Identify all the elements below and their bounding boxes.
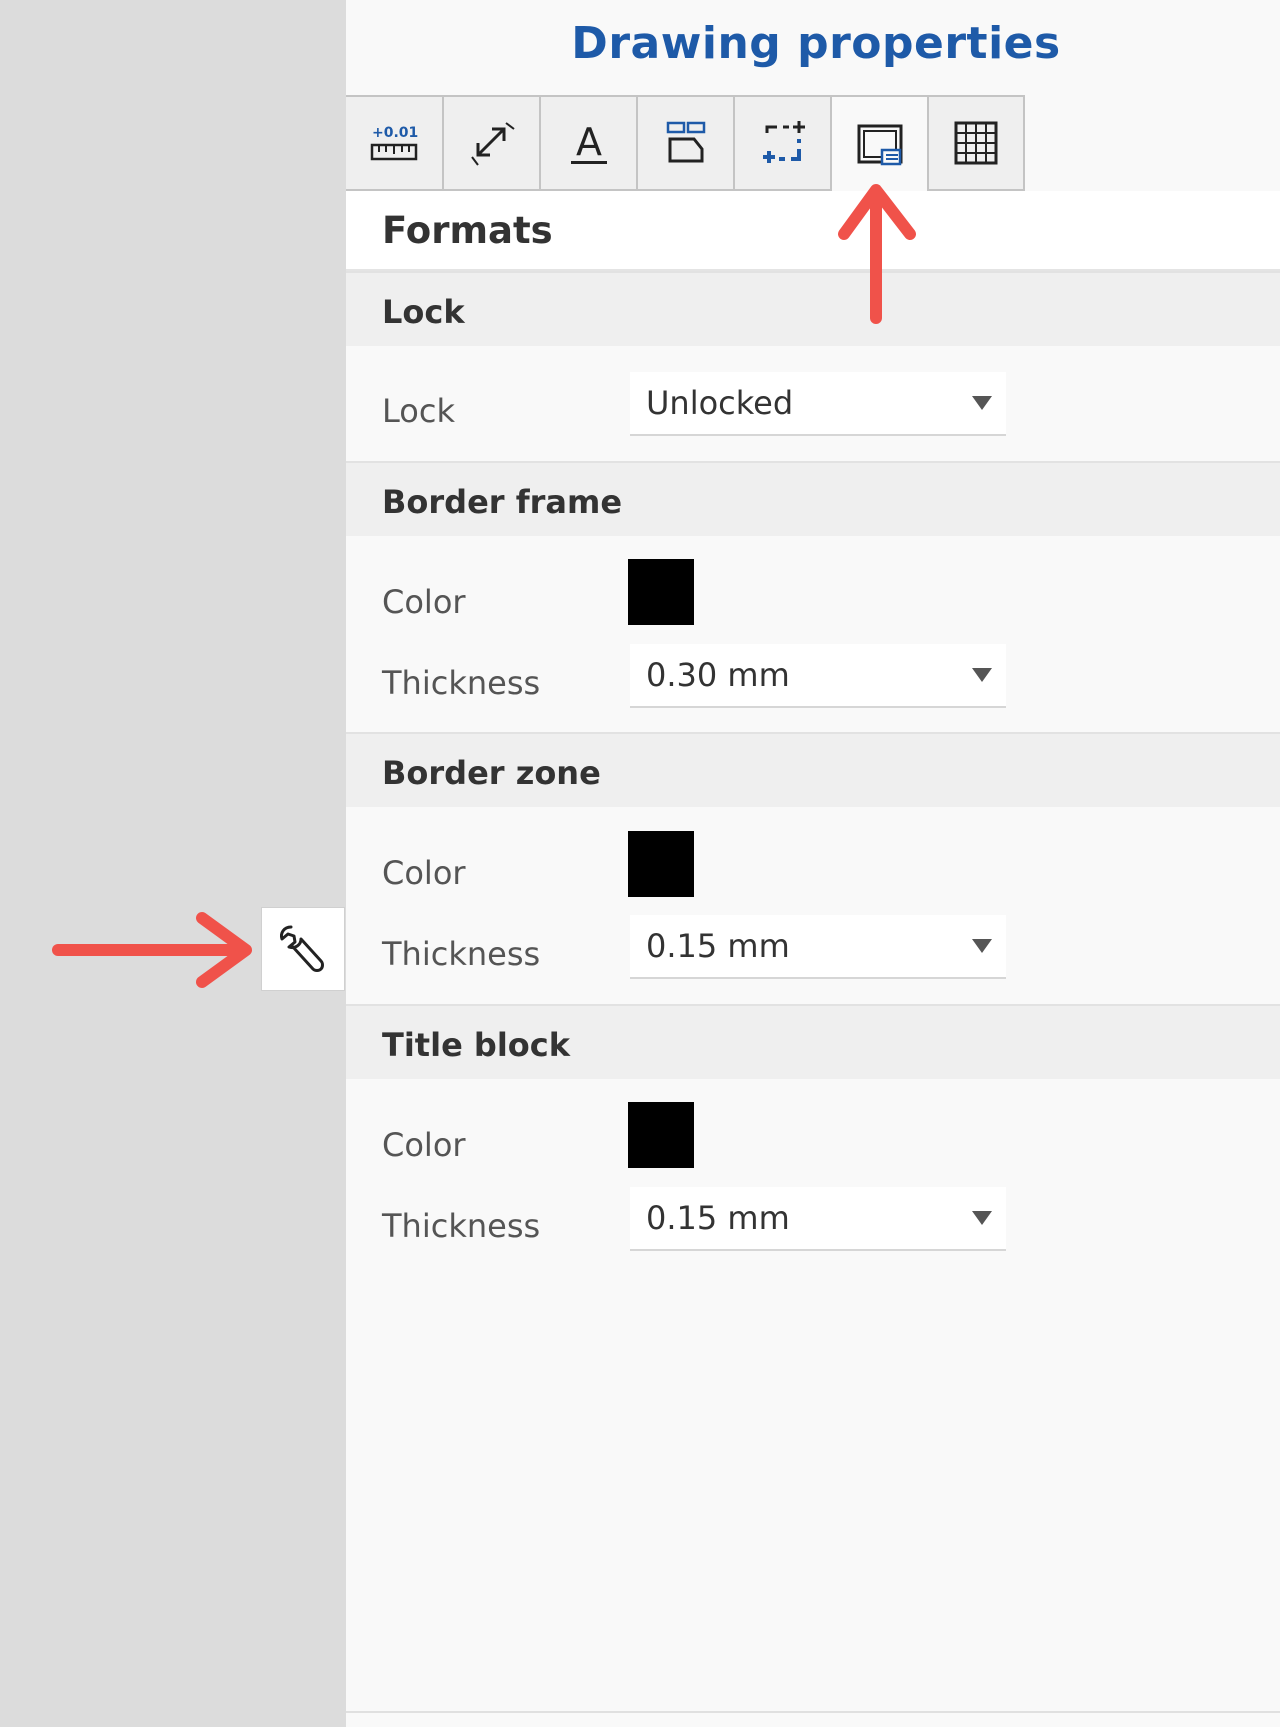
tab-text[interactable]: A — [540, 95, 637, 191]
lock-select[interactable]: Unlocked — [630, 372, 1006, 436]
formats-header: Formats — [346, 191, 1280, 271]
drawing-canvas-area — [0, 0, 346, 1727]
annotation-arrow-up — [838, 184, 916, 324]
border-frame-thickness-label: Thickness — [382, 664, 541, 702]
panel-bottom-divider — [346, 1711, 1280, 1713]
title-block-section-header: Title block — [346, 1004, 1280, 1079]
border-zone-thickness-value: 0.15 mm — [646, 927, 790, 965]
border-zone-section-header: Border zone — [346, 732, 1280, 807]
border-zone-color-swatch[interactable] — [628, 831, 694, 897]
layout-icon — [666, 121, 705, 163]
annotation-arrow-right — [52, 912, 252, 988]
table-grid-icon — [954, 121, 998, 165]
border-zone-thickness-select[interactable]: 0.15 mm — [630, 915, 1006, 979]
svg-text:+0.01: +0.01 — [372, 125, 418, 141]
title-block-color-swatch[interactable] — [628, 1102, 694, 1168]
tab-dimensions[interactable]: +0.01 — [346, 95, 443, 191]
drawing-properties-panel: Drawing properties +0.01 A Formats Lock … — [346, 0, 1280, 1727]
dimension-tolerance-icon: +0.01 — [370, 125, 418, 161]
tab-region[interactable] — [734, 95, 831, 191]
dashed-region-icon — [762, 121, 805, 163]
chevron-down-icon — [972, 396, 992, 410]
lock-label: Lock — [382, 392, 455, 430]
panel-title: Drawing properties — [571, 18, 1061, 69]
border-frame-section-header: Border frame — [346, 461, 1280, 536]
tab-arrows[interactable] — [443, 95, 540, 191]
chevron-down-icon — [972, 939, 992, 953]
title-block-thickness-label: Thickness — [382, 1207, 541, 1245]
chevron-down-icon — [972, 1211, 992, 1225]
border-frame-color-swatch[interactable] — [628, 559, 694, 625]
tab-tables[interactable] — [928, 95, 1025, 191]
svg-text:A: A — [576, 120, 602, 164]
border-frame-thickness-value: 0.30 mm — [646, 656, 790, 694]
lock-section-header: Lock — [346, 271, 1280, 346]
border-zone-color-label: Color — [382, 854, 466, 892]
properties-tabbar: +0.01 A — [346, 95, 1025, 193]
drawing-properties-toggle-button[interactable] — [261, 907, 345, 991]
wrench-icon — [280, 925, 324, 972]
title-block-thickness-select[interactable]: 0.15 mm — [630, 1187, 1006, 1251]
arrow-leader-icon — [470, 122, 515, 166]
formats-title: Formats — [382, 209, 553, 252]
tab-layout[interactable] — [637, 95, 734, 191]
text-icon: A — [570, 120, 607, 164]
border-zone-thickness-label: Thickness — [382, 935, 541, 973]
border-frame-thickness-select[interactable]: 0.30 mm — [630, 644, 1006, 708]
chevron-down-icon — [972, 668, 992, 682]
title-block-color-label: Color — [382, 1126, 466, 1164]
sheet-format-icon — [857, 124, 902, 166]
border-frame-color-label: Color — [382, 583, 466, 621]
title-block-thickness-value: 0.15 mm — [646, 1199, 790, 1237]
lock-select-value: Unlocked — [646, 384, 794, 422]
